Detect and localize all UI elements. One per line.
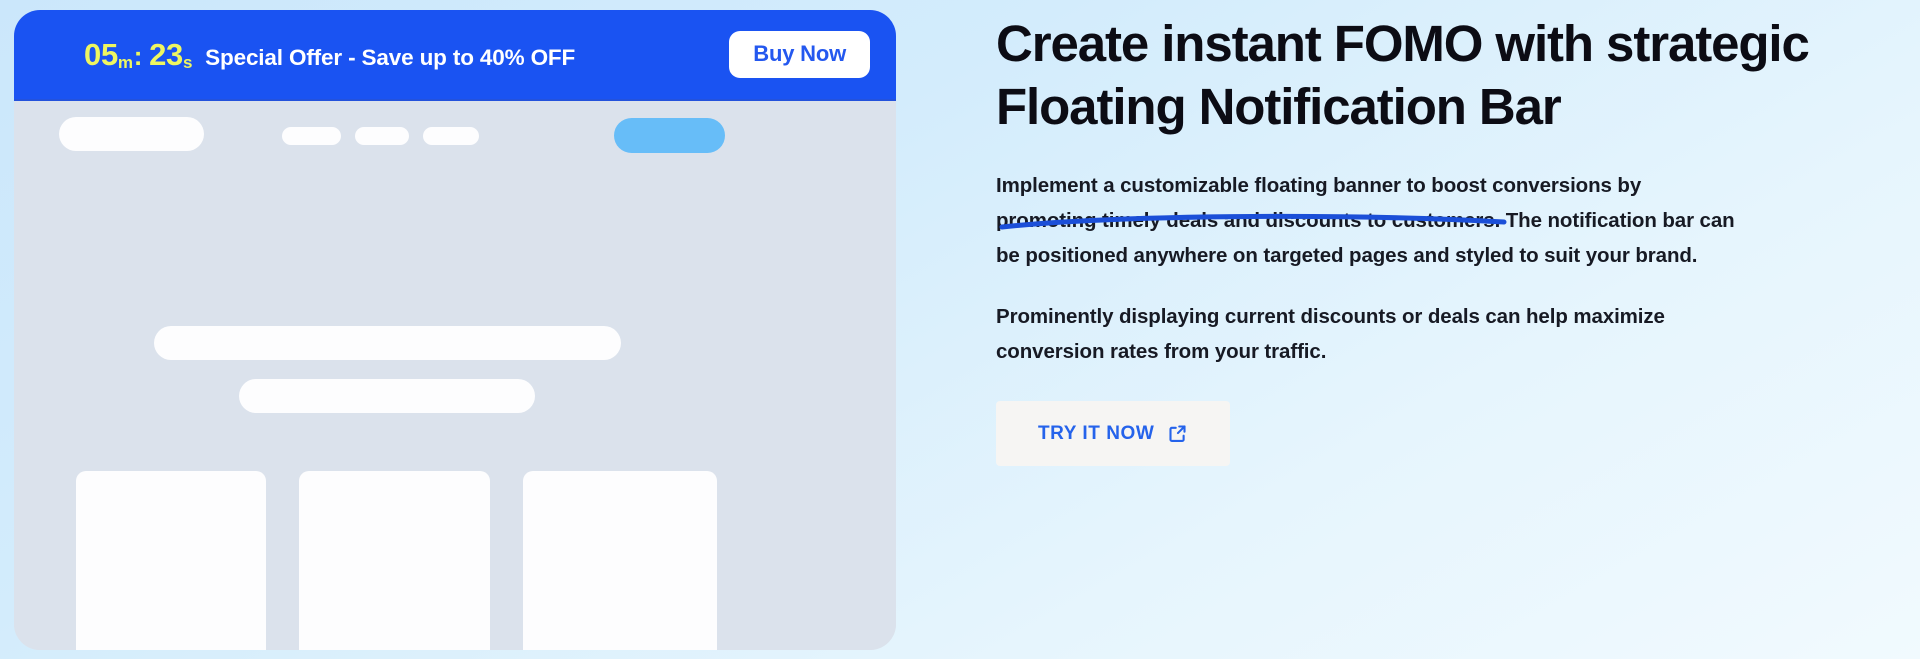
- mock-nav-cta-placeholder: [614, 118, 725, 153]
- feature-description-paragraph-2: Prominently displaying current discounts…: [996, 305, 1665, 363]
- browser-mockup: 05 m:23 s Special Offer - Save up to 40% O…: [14, 10, 896, 650]
- notification-offer-text: Special Offer - Save up to 40% OFF: [205, 45, 576, 70]
- countdown-seconds-unit: s: [182, 53, 193, 72]
- buy-now-button[interactable]: Buy Now: [729, 31, 870, 78]
- external-link-icon: [1167, 423, 1188, 444]
- mock-card-placeholder: [299, 471, 490, 650]
- mock-nav-link-placeholder: [282, 127, 341, 145]
- mock-nav-links: [282, 127, 479, 145]
- countdown-minutes-value: 05: [84, 37, 118, 72]
- mock-nav-link-placeholder: [423, 127, 479, 145]
- floating-notification-bar: 05 m:23 s Special Offer - Save up to 40% O…: [14, 10, 896, 101]
- try-it-now-button[interactable]: TRY IT NOW: [996, 401, 1231, 466]
- feature-copy-column: Create instant FOMO with strategic Float…: [996, 0, 1896, 659]
- try-it-now-label: TRY IT NOW: [1038, 423, 1155, 444]
- mock-logo-placeholder: [59, 117, 204, 151]
- mock-card-row: [76, 471, 836, 650]
- countdown-timer: 05 m:23 s: [84, 37, 193, 72]
- notification-message-group: 05 m:23 s Special Offer - Save up to 40% O…: [84, 37, 576, 72]
- countdown-seconds-value: 23: [149, 37, 183, 72]
- notification-bar-inner: 05 m:23 s Special Offer - Save up to 40% O…: [84, 31, 870, 78]
- page-title: Create instant FOMO with strategic Float…: [996, 15, 1810, 135]
- countdown-minutes-unit: m: [117, 53, 133, 72]
- mock-nav-link-placeholder: [355, 127, 409, 145]
- mock-page-body: [14, 101, 896, 650]
- feature-section: 05 m:23 s Special Offer - Save up to 40% O…: [0, 0, 1920, 659]
- mock-card-placeholder: [76, 471, 266, 650]
- mock-hero-headline-placeholder: [154, 326, 621, 360]
- headline-wrapper: Create instant FOMO with strategic Float…: [996, 0, 1896, 230]
- mock-hero-subline-placeholder: [239, 379, 535, 413]
- mock-card-placeholder: [523, 471, 717, 650]
- feature-description-paragraph-1: Implement a customizable floating banner…: [996, 174, 1735, 267]
- mock-navbar: [14, 101, 896, 163]
- countdown-separator: :: [133, 41, 143, 71]
